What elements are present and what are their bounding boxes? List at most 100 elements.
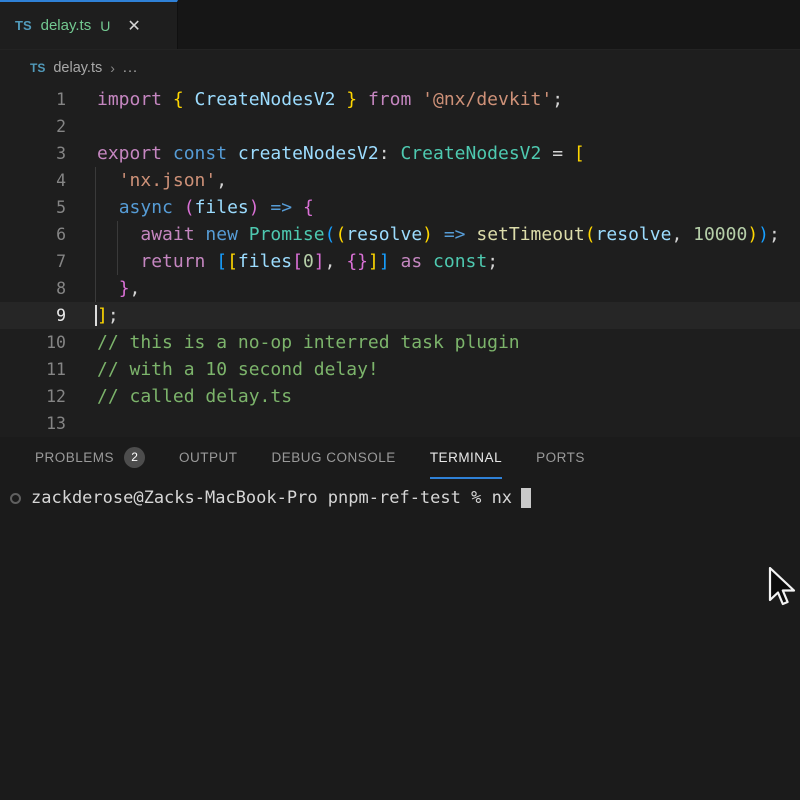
- panel-tab-label: OUTPUT: [179, 450, 238, 465]
- code-line-4[interactable]: 4 'nx.json',: [0, 167, 800, 194]
- panel-tab-ports[interactable]: PORTS: [536, 437, 585, 479]
- code-line-11[interactable]: 11// with a 10 second delay!: [0, 356, 800, 383]
- line-number[interactable]: 7: [0, 248, 66, 275]
- code-token: ;: [487, 251, 498, 272]
- code-line-9[interactable]: 9];: [0, 302, 800, 329]
- indent-guide: [117, 221, 118, 248]
- tab-delay-ts[interactable]: TS delay.ts U ✕: [0, 0, 178, 49]
- code-line-content: await new Promise((resolve) => setTimeou…: [66, 221, 780, 248]
- breadcrumb-file-name[interactable]: delay.ts: [53, 60, 102, 76]
- panel-tab-bar: PROBLEMS2 OUTPUT DEBUG CONSOLE TERMINAL PORT…: [0, 437, 800, 479]
- line-number[interactable]: 10: [0, 329, 66, 356]
- code-token: ;: [552, 89, 563, 110]
- code-line-8[interactable]: 8 },: [0, 275, 800, 302]
- text-caret: [95, 305, 97, 326]
- code-line-content: import { CreateNodesV2 } from '@nx/devki…: [66, 86, 563, 113]
- line-number[interactable]: 1: [0, 86, 66, 113]
- code-line-2[interactable]: 2: [0, 113, 800, 140]
- panel-tab-debug-console[interactable]: DEBUG CONSOLE: [272, 437, 396, 479]
- code-token: {: [303, 197, 314, 218]
- code-token: resolve: [596, 224, 672, 245]
- line-number[interactable]: 2: [0, 113, 66, 140]
- code-token: 10000: [693, 224, 747, 245]
- close-tab-icon[interactable]: ✕: [127, 16, 140, 36]
- code-token: import: [97, 89, 173, 110]
- code-token: ): [747, 224, 758, 245]
- code-token: [97, 170, 119, 191]
- code-token: ): [422, 224, 433, 245]
- indent-guide: [95, 194, 96, 221]
- line-number[interactable]: 4: [0, 167, 66, 194]
- code-token: ]: [379, 251, 390, 272]
- code-line-content: [66, 410, 97, 437]
- code-token: (: [184, 197, 195, 218]
- code-token: ,: [671, 224, 693, 245]
- code-token: [97, 251, 140, 272]
- code-line-3[interactable]: 3export const createNodesV2: CreateNodes…: [0, 140, 800, 167]
- indent-guide: [95, 221, 96, 248]
- code-token: [: [227, 251, 238, 272]
- code-token: export: [97, 143, 173, 164]
- panel-tab-output[interactable]: OUTPUT: [179, 437, 238, 479]
- code-line-content: return [[files[0], {}]] as const;: [66, 248, 498, 275]
- code-token: as: [390, 251, 433, 272]
- code-token: [97, 197, 119, 218]
- typescript-file-icon: TS: [15, 18, 32, 33]
- code-token: [: [574, 143, 585, 164]
- line-number[interactable]: 13: [0, 410, 66, 437]
- code-token: (: [325, 224, 336, 245]
- code-token: ]: [97, 305, 108, 326]
- code-token: ,: [325, 251, 347, 272]
- code-token: {}: [346, 251, 368, 272]
- code-token: ;: [108, 305, 119, 326]
- panel-tab-label: DEBUG CONSOLE: [272, 450, 396, 465]
- panel-tab-terminal[interactable]: TERMINAL: [430, 437, 502, 479]
- code-line-content: export const createNodesV2: CreateNodesV…: [66, 140, 585, 167]
- code-token: // this is a no-op interred task plugin: [97, 332, 520, 353]
- indent-guide: [117, 248, 118, 275]
- git-status-badge: U: [100, 18, 110, 34]
- terminal-cursor: [521, 488, 531, 508]
- code-line-12[interactable]: 12// called delay.ts: [0, 383, 800, 410]
- code-token: setTimeout: [476, 224, 584, 245]
- line-number[interactable]: 5: [0, 194, 66, 221]
- code-line-6[interactable]: 6 await new Promise((resolve) => setTime…: [0, 221, 800, 248]
- indent-guide: [95, 275, 96, 302]
- line-number[interactable]: 11: [0, 356, 66, 383]
- code-token: 'nx.json': [119, 170, 217, 191]
- code-token: files: [195, 197, 249, 218]
- command-decoration-icon: [10, 493, 21, 504]
- code-line-10[interactable]: 10 // this is a no-op interred task plugi…: [0, 329, 800, 356]
- line-number[interactable]: 6: [0, 221, 66, 248]
- code-line-7[interactable]: 7 return [[files[0], {}]] as const;: [0, 248, 800, 275]
- tab-file-name: delay.ts: [41, 17, 92, 34]
- code-token: [: [292, 251, 303, 272]
- code-line-content: ];: [66, 302, 119, 329]
- code-line-13[interactable]: 13: [0, 410, 800, 437]
- panel-tab-label: PROBLEMS: [35, 450, 114, 465]
- code-line-5[interactable]: 5 async (files) => {: [0, 194, 800, 221]
- line-number[interactable]: 8: [0, 275, 66, 302]
- breadcrumb-symbol-ellipsis[interactable]: ...: [123, 60, 138, 76]
- terminal-prompt: zackderose@Zacks-MacBook-Pro pnpm-ref-te…: [31, 488, 512, 508]
- code-token: ): [758, 224, 769, 245]
- line-number[interactable]: 3: [0, 140, 66, 167]
- breadcrumb[interactable]: TS delay.ts › ...: [0, 50, 800, 86]
- code-token: '@nx/devkit': [422, 89, 552, 110]
- panel-tab-problems[interactable]: PROBLEMS2: [35, 437, 145, 479]
- code-token: [97, 278, 119, 299]
- code-token: ]: [314, 251, 325, 272]
- code-token: [: [216, 251, 227, 272]
- code-token: }: [335, 89, 357, 110]
- code-line-content: // this is a no-op interred task plugin: [66, 329, 520, 356]
- code-token: (: [585, 224, 596, 245]
- code-editor[interactable]: 1import { CreateNodesV2 } from '@nx/devk…: [0, 86, 800, 437]
- code-token: const: [173, 143, 238, 164]
- panel-tab-label: PORTS: [536, 450, 585, 465]
- line-number[interactable]: 9: [0, 302, 66, 329]
- code-token: CreateNodesV2: [195, 89, 336, 110]
- terminal[interactable]: zackderose@Zacks-MacBook-Pro pnpm-ref-te…: [0, 488, 800, 508]
- line-number[interactable]: 12: [0, 383, 66, 410]
- code-line-1[interactable]: 1import { CreateNodesV2 } from '@nx/devk…: [0, 86, 800, 113]
- code-token: ]: [368, 251, 379, 272]
